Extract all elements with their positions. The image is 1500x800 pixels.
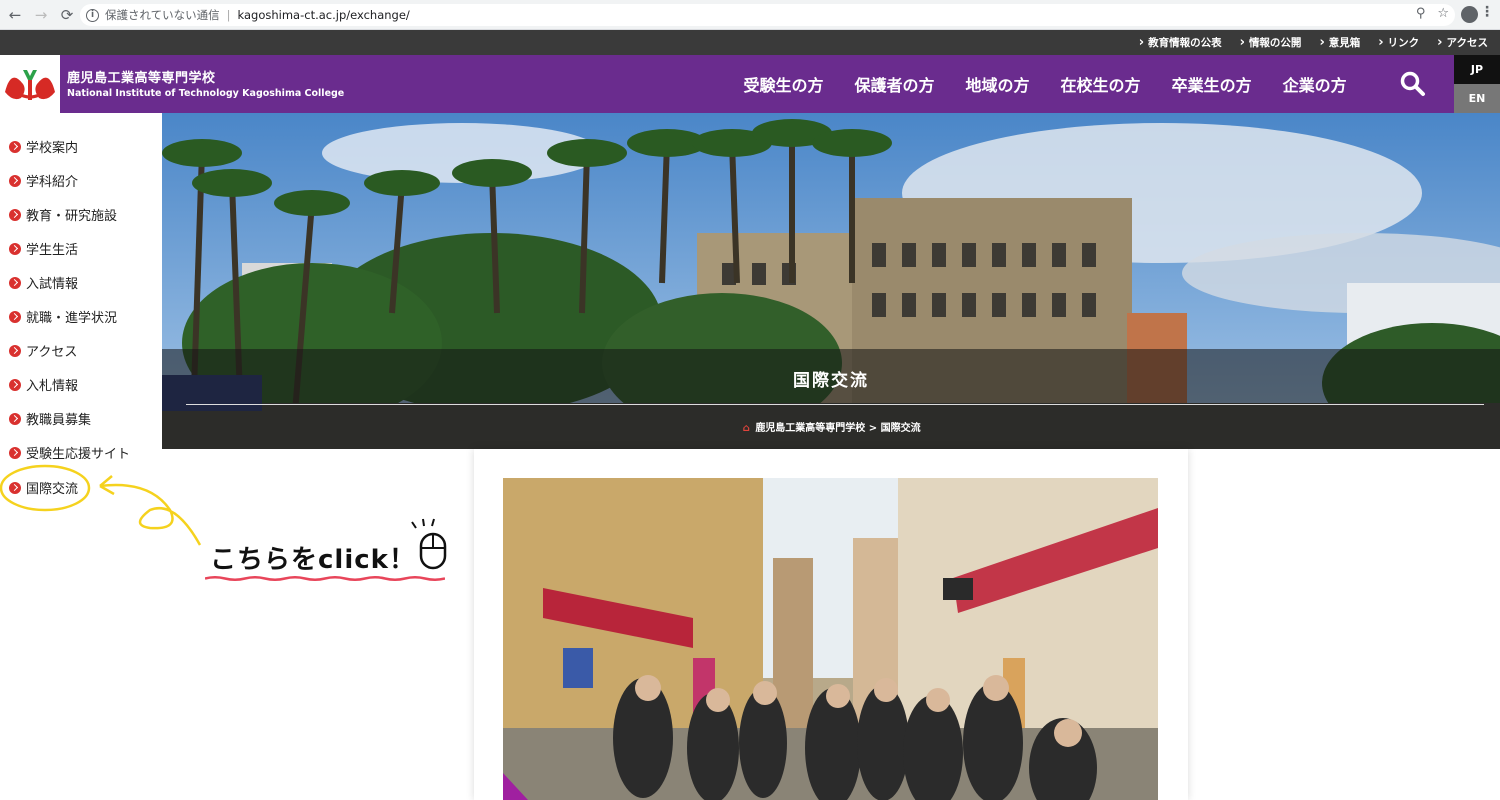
browser-menu-icon[interactable]: ⋮ — [1480, 4, 1494, 20]
chevron-right-icon — [9, 344, 21, 357]
hero-divider — [186, 404, 1484, 405]
chevron-right-icon — [9, 446, 21, 459]
profile-avatar-icon[interactable] — [1461, 6, 1478, 23]
site-header: 鹿児島工業高等専門学校 National Institute of Techno… — [0, 55, 1500, 113]
hero-banner: 国際交流 ⌂ 鹿児島工業高等専門学校 > 国際交流 — [162, 113, 1500, 449]
sidebar-item-student-life[interactable]: 学生生活 — [9, 239, 78, 258]
chevron-right-icon — [9, 481, 21, 494]
lang-jp-button[interactable]: JP — [1454, 55, 1500, 84]
sidebar-item-bidding[interactable]: 入札情報 — [9, 375, 78, 394]
reload-icon[interactable]: ⟳ — [56, 4, 78, 26]
school-logo[interactable] — [0, 55, 60, 113]
sidebar-item-label: 教職員募集 — [26, 413, 92, 428]
school-name-jp: 鹿児島工業高等専門学校 — [67, 71, 216, 86]
forward-arrow-icon[interactable]: → — [30, 4, 52, 26]
utility-link-info-disclosure[interactable]: 情報の公開 — [1240, 35, 1302, 50]
search-icon[interactable] — [1398, 69, 1428, 99]
sidebar-item-label: 学生生活 — [26, 243, 79, 258]
sidebar-item-label: 学校案内 — [26, 141, 79, 156]
utility-link-education-info[interactable]: 教育情報の公表 — [1139, 35, 1222, 50]
sidebar-item-label: 就職・進学状況 — [26, 311, 118, 326]
sidebar-item-label: 教育・研究施設 — [26, 209, 118, 224]
sidebar-item-facilities[interactable]: 教育・研究施設 — [9, 205, 117, 224]
address-separator: | — [226, 8, 231, 22]
page-title: 国際交流 — [793, 371, 869, 391]
sidebar-item-applicant-support[interactable]: 受験生応援サイト — [9, 443, 130, 462]
nav-companies[interactable]: 企業の方 — [1267, 72, 1362, 96]
sidebar-item-international-exchange[interactable]: 国際交流 — [9, 478, 78, 497]
annotation-text: こちらをclick！ — [210, 545, 416, 575]
language-switcher: JP EN — [1454, 55, 1500, 113]
browser-toolbar: ← → ⟳ i 保護されていない通信 | kagoshima-ct.ac.jp/… — [0, 0, 1500, 30]
chevron-right-icon — [9, 276, 21, 289]
sidebar-item-label: 入札情報 — [26, 379, 79, 394]
url-text[interactable]: kagoshima-ct.ac.jp/exchange/ — [238, 8, 410, 22]
chevron-right-icon — [9, 174, 21, 187]
chevron-right-icon — [9, 208, 21, 221]
lang-en-button[interactable]: EN — [1454, 84, 1500, 113]
sidebar-item-school-guide[interactable]: 学校案内 — [9, 137, 78, 156]
home-icon[interactable]: ⌂ — [741, 423, 751, 434]
school-name-en: National Institute of Technology Kagoshi… — [67, 88, 345, 99]
bookmark-star-icon[interactable]: ☆ — [1437, 6, 1449, 21]
sidebar-item-access[interactable]: アクセス — [9, 341, 77, 360]
sidebar: 学校案内 学科紹介 教育・研究施設 学生生活 入試情報 就職・進学状況 アクセス… — [0, 113, 162, 800]
sidebar-item-careers[interactable]: 就職・進学状況 — [9, 307, 117, 326]
annotation-underline — [205, 576, 445, 581]
breadcrumb-separator: > — [868, 423, 878, 434]
security-label: 保護されていない通信 — [105, 8, 220, 22]
chevron-right-icon — [9, 242, 21, 255]
sidebar-item-label: アクセス — [26, 345, 78, 360]
utility-link-opinion-box[interactable]: 意見箱 — [1319, 35, 1361, 50]
sidebar-item-label: 国際交流 — [26, 482, 79, 497]
address-bar[interactable]: i 保護されていない通信 | kagoshima-ct.ac.jp/exchan… — [80, 4, 1455, 26]
breadcrumb-current: 国際交流 — [880, 423, 921, 434]
chevron-right-icon — [9, 378, 21, 391]
hero-overlay — [162, 349, 1500, 449]
street-photo — [503, 478, 1158, 800]
breadcrumb: ⌂ 鹿児島工業高等専門学校 > 国際交流 — [162, 419, 1500, 434]
utility-link-access[interactable]: アクセス — [1437, 35, 1488, 50]
main-nav: 受験生の方 保護者の方 地域の方 在校生の方 卒業生の方 企業の方 — [728, 55, 1362, 113]
back-arrow-icon[interactable]: ← — [4, 4, 26, 26]
utility-nav: 教育情報の公表 情報の公開 意見箱 リンク アクセス — [0, 30, 1500, 55]
nav-alumni[interactable]: 卒業生の方 — [1156, 72, 1267, 96]
utility-link-links[interactable]: リンク — [1378, 35, 1420, 50]
sidebar-item-recruitment[interactable]: 教職員募集 — [9, 409, 91, 428]
chevron-right-icon — [9, 412, 21, 425]
street-scene-image — [503, 478, 1158, 800]
nav-current-students[interactable]: 在校生の方 — [1045, 72, 1156, 96]
nav-parents[interactable]: 保護者の方 — [839, 72, 950, 96]
chevron-right-icon — [9, 310, 21, 323]
sidebar-item-label: 受験生応援サイト — [26, 447, 131, 462]
sidebar-item-label: 入試情報 — [26, 277, 79, 292]
info-icon[interactable]: i — [86, 8, 99, 22]
sidebar-item-label: 学科紹介 — [26, 175, 79, 190]
sidebar-item-admissions[interactable]: 入試情報 — [9, 273, 78, 292]
breadcrumb-home[interactable]: 鹿児島工業高等専門学校 — [755, 423, 865, 434]
school-name[interactable]: 鹿児島工業高等専門学校 National Institute of Techno… — [67, 67, 344, 99]
mouse-icon — [411, 518, 447, 570]
school-emblem-icon — [5, 70, 55, 100]
nav-prospective-students[interactable]: 受験生の方 — [728, 72, 839, 96]
chevron-right-icon — [9, 140, 21, 153]
sidebar-item-departments[interactable]: 学科紹介 — [9, 171, 78, 190]
zoom-icon[interactable]: ⚲ — [1416, 6, 1426, 21]
nav-community[interactable]: 地域の方 — [950, 72, 1045, 96]
